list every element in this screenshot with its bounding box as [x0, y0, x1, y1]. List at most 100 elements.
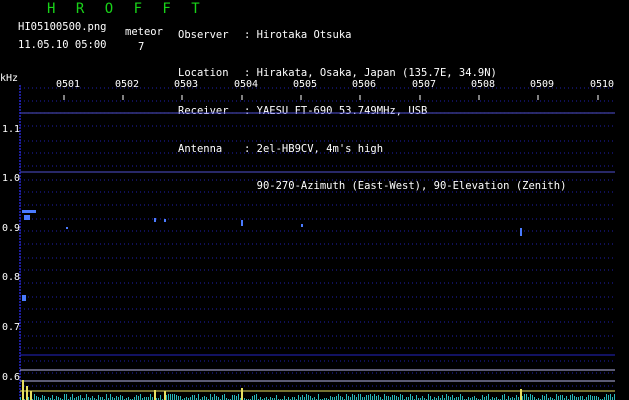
noise-floor-bar: [122, 396, 123, 400]
edge-noise: [19, 262, 21, 264]
noise-floor-bar: [544, 396, 545, 400]
meteor-echo: [164, 219, 166, 222]
edge-noise: [19, 184, 21, 186]
edge-noise: [19, 100, 21, 102]
noise-floor-bar: [256, 394, 257, 400]
noise-floor-bar: [532, 395, 533, 400]
edge-noise: [19, 103, 21, 105]
noise-floor-bar: [610, 394, 611, 400]
noise-floor-bar: [232, 395, 233, 400]
noise-floor-bar: [388, 396, 389, 400]
noise-floor-bar: [276, 395, 277, 400]
noise-floor-bar: [330, 396, 331, 400]
noise-floor-bar: [310, 396, 311, 400]
noise-floor-bar: [98, 395, 99, 400]
noise-floor-bar: [488, 394, 489, 400]
noise-floor-bar: [482, 395, 483, 400]
edge-noise: [19, 187, 21, 189]
noise-floor-bar: [516, 395, 517, 400]
noise-floor-bar: [558, 396, 559, 400]
noise-floor-bar: [56, 396, 57, 400]
noise-floor-bar: [588, 395, 589, 400]
edge-noise: [19, 367, 21, 369]
edge-noise: [19, 238, 21, 240]
y-tick-label: 0.9: [2, 223, 21, 234]
noise-floor-bar: [348, 396, 349, 400]
noise-floor-bar: [422, 396, 423, 400]
spectrogram: [19, 85, 615, 400]
noise-floor-bar: [442, 395, 443, 400]
noise-floor-bar: [448, 396, 449, 400]
edge-noise: [19, 253, 21, 255]
noise-floor-bar: [168, 394, 169, 400]
noise-floor-bar: [176, 395, 177, 400]
edge-noise: [19, 136, 21, 138]
noise-floor-bar: [384, 394, 385, 400]
noise-floor-bar: [402, 395, 403, 400]
noise-floor-bar: [64, 394, 65, 400]
edge-noise: [19, 310, 21, 312]
noise-floor-bar: [42, 395, 43, 400]
edge-noise: [19, 301, 21, 303]
x-tick-label: 0501: [56, 79, 81, 90]
noise-floor-bar: [562, 395, 563, 400]
header: H R O F F T HI05100500.png 11.05.10 05:0…: [0, 0, 629, 192]
edge-noise: [19, 142, 21, 144]
edge-noise: [19, 169, 21, 171]
noise-floor-bar: [502, 395, 503, 400]
edge-noise: [19, 196, 21, 198]
edge-noise: [19, 166, 21, 168]
x-tick-label: 0502: [115, 79, 140, 90]
noise-floor-bar: [172, 394, 173, 400]
image-filename: HI05100500.png: [18, 21, 107, 33]
y-tick-label: 0.7: [2, 322, 21, 333]
noise-floor-bar: [410, 394, 411, 400]
meteor-echo: [22, 295, 26, 301]
echo-spike: [241, 388, 243, 400]
edge-noise: [19, 292, 21, 294]
noise-floor-bar: [194, 395, 195, 400]
noise-floor-bar: [360, 394, 361, 400]
edge-noise: [19, 352, 21, 354]
edge-noise: [19, 340, 21, 342]
noise-floor-bar: [542, 395, 543, 400]
noise-floor-bar: [222, 395, 223, 400]
noise-floor-bar: [486, 396, 487, 400]
noise-floor-bar: [392, 395, 393, 400]
x-tick-label: 0504: [234, 79, 259, 90]
noise-floor-bar: [254, 395, 255, 400]
edge-noise: [19, 283, 21, 285]
noise-floor-bar: [352, 394, 353, 400]
noise-floor-bar: [546, 394, 547, 400]
frequency-unit-label: kHz: [0, 73, 19, 84]
noise-floor-bar: [170, 394, 171, 400]
noise-floor-bar: [106, 394, 107, 400]
edge-noise: [19, 115, 21, 117]
noise-floor-bar: [596, 396, 597, 400]
noise-floor-bar: [438, 396, 439, 400]
noise-floor-bar: [318, 394, 319, 400]
x-tick-label: 0508: [471, 79, 496, 90]
edge-noise: [19, 88, 21, 90]
info-value: : Hirotaka Otsuka: [244, 29, 352, 42]
noise-floor-bar: [556, 394, 557, 400]
edge-noise: [19, 214, 21, 216]
noise-floor-bar: [566, 396, 567, 400]
edge-noise: [19, 250, 21, 252]
noise-floor-bar: [78, 396, 79, 400]
edge-noise: [19, 85, 21, 87]
noise-floor-bar: [92, 396, 93, 400]
noise-floor-bar: [336, 396, 337, 400]
edge-noise: [19, 349, 21, 351]
noise-floor-bar: [140, 394, 141, 400]
edge-noise: [19, 289, 21, 291]
edge-noise: [19, 154, 21, 156]
noise-floor-bar: [474, 396, 475, 400]
edge-noise: [19, 265, 21, 267]
edge-noise: [19, 337, 21, 339]
meteor-echo: [301, 224, 303, 227]
noise-floor-bar: [34, 394, 35, 400]
noise-floor-bar: [524, 394, 525, 400]
noise-floor-bar: [614, 394, 615, 400]
echo-spike: [520, 389, 522, 400]
